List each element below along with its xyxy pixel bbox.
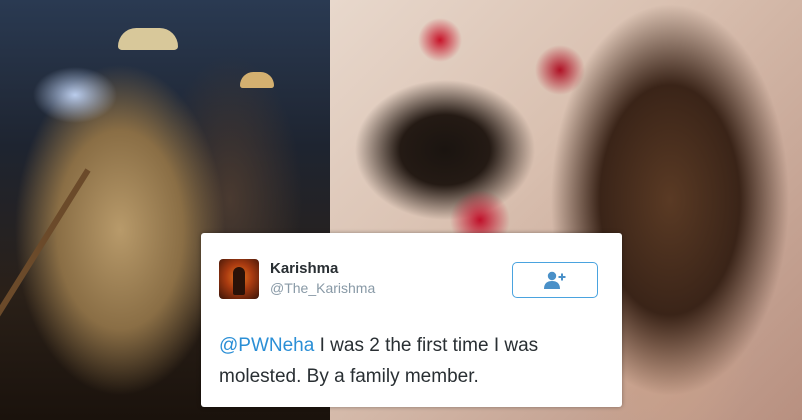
tweet-text-line2: molested. By a family member. [219, 366, 479, 387]
tweet-author-name[interactable]: Karishma [270, 260, 338, 277]
tweet-author-handle[interactable]: @The_Karishma [270, 280, 375, 296]
avatar-figure [233, 267, 245, 295]
police-cap [118, 28, 178, 50]
lathi-stick [0, 168, 91, 359]
add-user-icon [544, 271, 566, 289]
tweet-text: @PWNeha I was 2 the first time I was mole… [219, 330, 609, 392]
tweet-text-line1: I was 2 the first time I was [314, 335, 539, 356]
tweet-mention[interactable]: @PWNeha [219, 335, 314, 356]
hat [240, 72, 274, 88]
follow-button[interactable] [512, 262, 598, 298]
avatar[interactable] [219, 259, 259, 299]
